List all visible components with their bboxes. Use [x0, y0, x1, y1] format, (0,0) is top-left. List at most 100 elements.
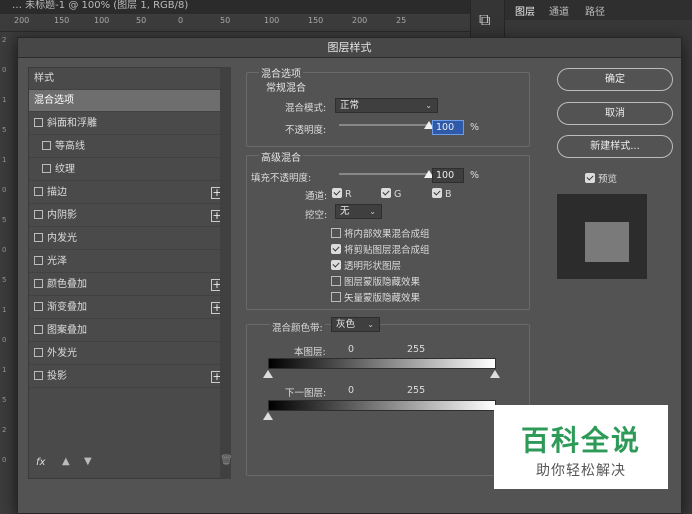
style-list-footer: fx ▲ ▼ 🗑	[28, 451, 233, 477]
style-preview	[557, 194, 647, 279]
ruler-tick: 0	[2, 186, 7, 194]
style-checkbox[interactable]	[34, 210, 43, 219]
tab-layers[interactable]: 图层	[515, 3, 535, 18]
channels-label: 通道:	[305, 191, 328, 202]
watermark-title: 百科全说	[520, 424, 641, 457]
ruler-tick: 2	[2, 426, 7, 434]
style-checkbox[interactable]	[34, 187, 43, 196]
style-item[interactable]: 斜面和浮雕	[29, 113, 229, 135]
fill-opacity-percent: %	[470, 170, 480, 181]
advanced-option-checkbox[interactable]: 透明形状图层	[331, 258, 401, 272]
blend-if-select[interactable]: 灰色 ⌄	[331, 317, 380, 332]
style-checkbox[interactable]	[34, 118, 43, 127]
style-checkbox[interactable]	[42, 141, 51, 150]
advanced-blending-title: 高级混合	[259, 149, 303, 164]
style-item[interactable]: 投影 +	[29, 366, 229, 388]
knockout-select[interactable]: 无 ⌄	[335, 204, 382, 219]
panel-tabs: 图层 通道 路径	[505, 0, 692, 20]
blend-if-label: 混合颜色带:	[270, 320, 325, 334]
new-style-button[interactable]: 新建样式...	[557, 135, 673, 158]
ruler-tick: 25	[396, 16, 407, 25]
knockout-label: 挖空:	[305, 210, 328, 221]
horizontal-ruler: 200 150 100 50 0 50 100 150 200 25	[0, 14, 470, 32]
opacity-input[interactable]: 100	[432, 120, 464, 135]
move-down-icon[interactable]: ▼	[84, 456, 92, 467]
tab-channels[interactable]: 通道	[549, 3, 569, 18]
style-checkbox[interactable]	[34, 233, 43, 242]
style-item[interactable]: 光泽	[29, 251, 229, 273]
blend-mode-select[interactable]: 正常 ⌄	[335, 98, 438, 113]
ruler-tick: 1	[2, 156, 7, 164]
ruler-tick: 200	[352, 16, 368, 25]
fill-opacity-slider[interactable]	[339, 170, 434, 178]
this-layer-label: 本图层:	[294, 347, 326, 358]
style-checkbox[interactable]	[34, 279, 43, 288]
puzzle-icon[interactable]: ⧉	[479, 10, 490, 30]
move-up-icon[interactable]: ▲	[62, 456, 70, 467]
cancel-button[interactable]: 取消	[557, 102, 673, 125]
style-checkbox[interactable]	[34, 325, 43, 334]
style-item-label: 渐变叠加	[47, 302, 87, 313]
style-checkbox[interactable]	[34, 302, 43, 311]
this-layer-black-slider[interactable]	[263, 370, 273, 378]
this-layer-max: 255	[407, 344, 426, 355]
ruler-tick: 0	[2, 66, 7, 74]
style-item[interactable]: 描边 +	[29, 182, 229, 204]
fx-button[interactable]: fx	[36, 457, 45, 468]
style-item[interactable]: 渐变叠加 +	[29, 297, 229, 319]
advanced-option-checkbox[interactable]: 图层蒙版隐藏效果	[331, 274, 420, 288]
advanced-option-checkbox[interactable]: 将内部效果混合成组	[331, 226, 430, 240]
style-item-label: 等高线	[55, 141, 85, 152]
preview-swatch	[585, 222, 629, 262]
opacity-slider[interactable]	[339, 121, 434, 129]
channel-b-checkbox[interactable]: B	[432, 188, 452, 200]
style-item-label: 外发光	[47, 348, 77, 359]
fill-opacity-label: 填充不透明度:	[251, 173, 312, 184]
ruler-tick: 5	[2, 276, 7, 284]
ruler-tick: 100	[264, 16, 280, 25]
ruler-tick: 1	[2, 96, 7, 104]
tab-paths[interactable]: 路径	[585, 3, 605, 18]
style-checkbox[interactable]	[34, 256, 43, 265]
style-checkbox[interactable]	[34, 348, 43, 357]
trash-icon[interactable]: 🗑	[220, 455, 233, 466]
style-item-label: 投影	[47, 371, 67, 382]
style-item-label: 混合选项	[34, 95, 74, 106]
opacity-label: 不透明度:	[285, 125, 327, 136]
style-item[interactable]: 等高线	[29, 136, 229, 158]
watermark-subtitle: 助你轻松解决	[536, 463, 626, 479]
general-blending-title: 常规混合	[266, 83, 306, 94]
style-item[interactable]: 内阴影 +	[29, 205, 229, 227]
style-checkbox[interactable]	[42, 164, 51, 173]
advanced-option-checkbox[interactable]: 矢量蒙版隐藏效果	[331, 290, 420, 304]
style-item[interactable]: 内发光	[29, 228, 229, 250]
style-item[interactable]: 外发光	[29, 343, 229, 365]
style-checkbox[interactable]	[34, 371, 43, 380]
style-item[interactable]: 混合选项	[29, 90, 229, 112]
style-list-scrollbar[interactable]	[220, 67, 231, 479]
style-item-label: 内发光	[47, 233, 77, 244]
this-layer-min: 0	[348, 344, 355, 355]
fill-opacity-input[interactable]: 100	[432, 168, 464, 183]
ruler-tick: 2	[2, 36, 7, 44]
underlying-black-slider[interactable]	[263, 412, 273, 420]
style-item-label: 斜面和浮雕	[47, 118, 97, 129]
chevron-down-icon: ⌄	[425, 101, 432, 110]
ruler-tick: 150	[54, 16, 70, 25]
underlying-min: 0	[348, 385, 355, 396]
advanced-option-checkbox[interactable]: 将剪贴图层混合成组	[331, 242, 430, 256]
preview-checkbox[interactable]: 预览	[585, 171, 617, 185]
style-item-label: 纹理	[55, 164, 75, 175]
this-layer-white-slider[interactable]	[490, 370, 500, 378]
blend-mode-label: 混合模式:	[285, 103, 327, 114]
style-item[interactable]: 图案叠加	[29, 320, 229, 342]
ruler-tick: 200	[14, 16, 30, 25]
style-item-label: 光泽	[47, 256, 67, 267]
ok-button[interactable]: 确定	[557, 68, 673, 91]
channel-r-checkbox[interactable]: R	[332, 188, 352, 200]
style-item[interactable]: 纹理	[29, 159, 229, 181]
channel-g-checkbox[interactable]: G	[381, 188, 401, 200]
style-item-label: 内阴影	[47, 210, 77, 221]
style-item[interactable]: 颜色叠加 +	[29, 274, 229, 296]
dialog-title: 图层样式	[18, 38, 681, 58]
